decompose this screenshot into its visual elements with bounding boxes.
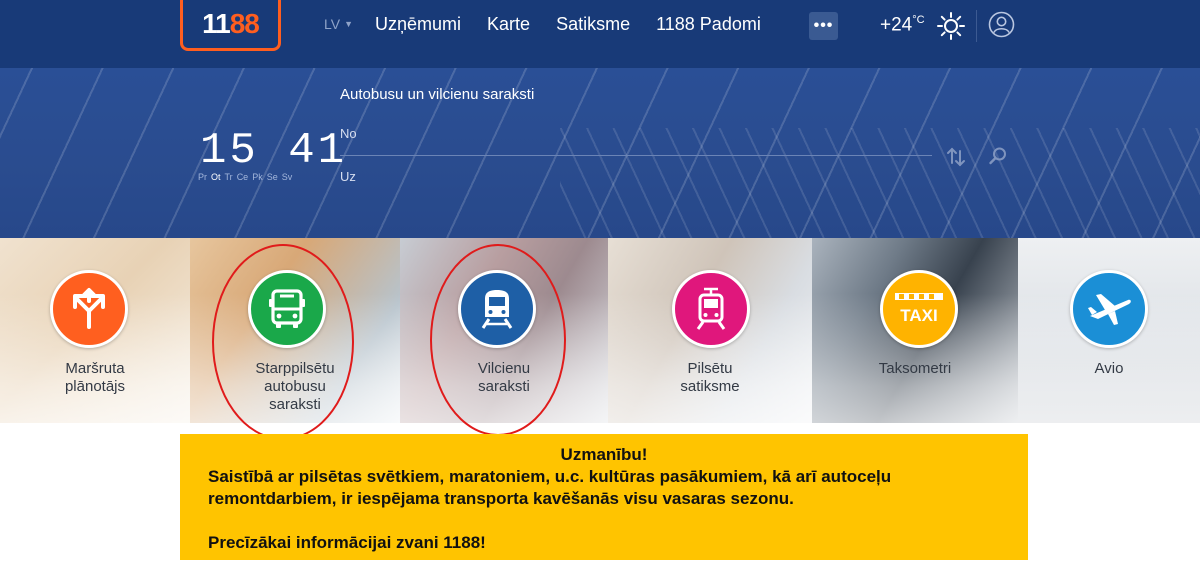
logo-text-white: 11 xyxy=(202,8,231,39)
weekday-row: Pr Ot Tr Ce Pk Se Sv xyxy=(198,172,292,182)
label-line: satiksme xyxy=(680,378,740,395)
label-line: Avio xyxy=(1094,360,1124,377)
category-label: Vilcienu saraksti xyxy=(400,360,608,396)
chevron-down-icon: ▼ xyxy=(344,19,354,29)
to-field[interactable]: Uz xyxy=(340,169,356,184)
train-icon xyxy=(481,290,513,329)
category-route-planner[interactable]: Maršruta plānotājs xyxy=(0,238,190,423)
nav-divider xyxy=(976,10,977,42)
label-line: plānotājs xyxy=(64,378,126,395)
category-intercity-bus[interactable]: Starppilsētu autobusu saraksti xyxy=(190,238,400,423)
label-line: autobusu xyxy=(264,378,326,395)
hero-search-panel: 15 41 Pr Ot Tr Ce Pk Se Sv Autobusu un v… xyxy=(0,68,1200,238)
airplane-icon xyxy=(1088,294,1131,325)
user-account-icon[interactable] xyxy=(988,11,1015,38)
weekday: Ce xyxy=(236,172,249,182)
notice-footer: Precīzākai informācijai zvani 1188! xyxy=(208,533,486,552)
airplane-icon-circle xyxy=(1070,270,1148,348)
train-icon-circle xyxy=(458,270,536,348)
label-line: Maršruta xyxy=(65,360,125,377)
category-avio[interactable]: Avio xyxy=(1018,238,1200,423)
hero-background-tracks xyxy=(560,128,1200,238)
category-tiles: Maršruta plānotājs Starppilsētu autobusu… xyxy=(0,238,1200,423)
category-train[interactable]: Vilcienu saraksti xyxy=(400,238,608,423)
category-label: Avio xyxy=(1018,360,1200,378)
route-icon-circle xyxy=(50,270,128,348)
category-label: Starppilsētu autobusu saraksti xyxy=(190,360,400,414)
category-taxi[interactable]: TAXI Taksometri xyxy=(812,238,1018,423)
top-nav-bar: 11 88 LV ▼ Uzņēmumi Karte Satiksme 1188 P… xyxy=(0,0,1200,68)
label-line: saraksti xyxy=(478,378,530,395)
category-label: Maršruta plānotājs xyxy=(0,360,190,396)
weekday: Pr xyxy=(198,172,207,182)
notice-title: Uzmanību! xyxy=(560,445,648,464)
temperature-unit: °C xyxy=(912,14,925,26)
page: 11 88 LV ▼ Uzņēmumi Karte Satiksme 1188 P… xyxy=(0,0,1200,562)
route-arrows-icon xyxy=(73,288,105,329)
category-city-transport[interactable]: Pilsētu satiksme xyxy=(608,238,812,423)
logo-1188[interactable]: 11 88 xyxy=(180,0,281,51)
nav-item-karte[interactable]: Karte xyxy=(487,14,530,35)
main-nav: Uzņēmumi Karte Satiksme 1188 Padomi xyxy=(375,14,787,35)
category-label: Taksometri xyxy=(812,360,1018,378)
label-line: saraksti xyxy=(269,396,321,413)
sun-icon xyxy=(937,12,965,40)
category-label: Pilsētu satiksme xyxy=(608,360,812,396)
search-title: Autobusu un vilcienu saraksti xyxy=(340,86,535,103)
weather-temperature: +24°C xyxy=(880,14,925,36)
label-line: Starppilsētu xyxy=(255,360,335,377)
tram-icon xyxy=(696,287,726,330)
temperature-value: +24 xyxy=(880,14,913,36)
swap-direction-icon[interactable] xyxy=(946,146,966,168)
nav-item-padomi[interactable]: 1188 Padomi xyxy=(656,14,761,35)
logo-text-orange: 88 xyxy=(229,8,260,39)
from-field[interactable]: No xyxy=(340,126,357,141)
field-separator xyxy=(340,155,932,156)
language-label: LV xyxy=(324,16,341,32)
language-selector[interactable]: LV ▼ xyxy=(324,16,353,32)
weekday: Se xyxy=(266,172,278,182)
weekday-active: Ot xyxy=(211,172,221,182)
label-line: Pilsētu xyxy=(687,360,733,377)
more-menu-button[interactable]: ••• xyxy=(809,12,838,40)
search-icon[interactable] xyxy=(988,146,1008,166)
label-line: Taksometri xyxy=(878,360,952,377)
weekday: Pk xyxy=(252,172,263,182)
weekday: Sv xyxy=(281,172,293,182)
taxi-icon: TAXI xyxy=(895,293,943,325)
notice-body: Saistībā ar pilsētas svētkiem, maratonie… xyxy=(208,467,892,508)
digital-clock: 15 41 xyxy=(200,126,348,176)
bus-icon xyxy=(269,289,305,328)
nav-item-satiksme[interactable]: Satiksme xyxy=(556,14,630,35)
weekday: Tr xyxy=(224,172,233,182)
label-line: Vilcienu xyxy=(477,360,531,377)
notice-banner: Uzmanību! Saistībā ar pilsētas svētkiem,… xyxy=(180,434,1028,560)
bus-icon-circle xyxy=(248,270,326,348)
taxi-badge-text: TAXI xyxy=(900,306,937,325)
nav-item-uznemumi[interactable]: Uzņēmumi xyxy=(375,14,461,35)
taxi-icon-circle: TAXI xyxy=(880,270,958,348)
tram-icon-circle xyxy=(672,270,750,348)
